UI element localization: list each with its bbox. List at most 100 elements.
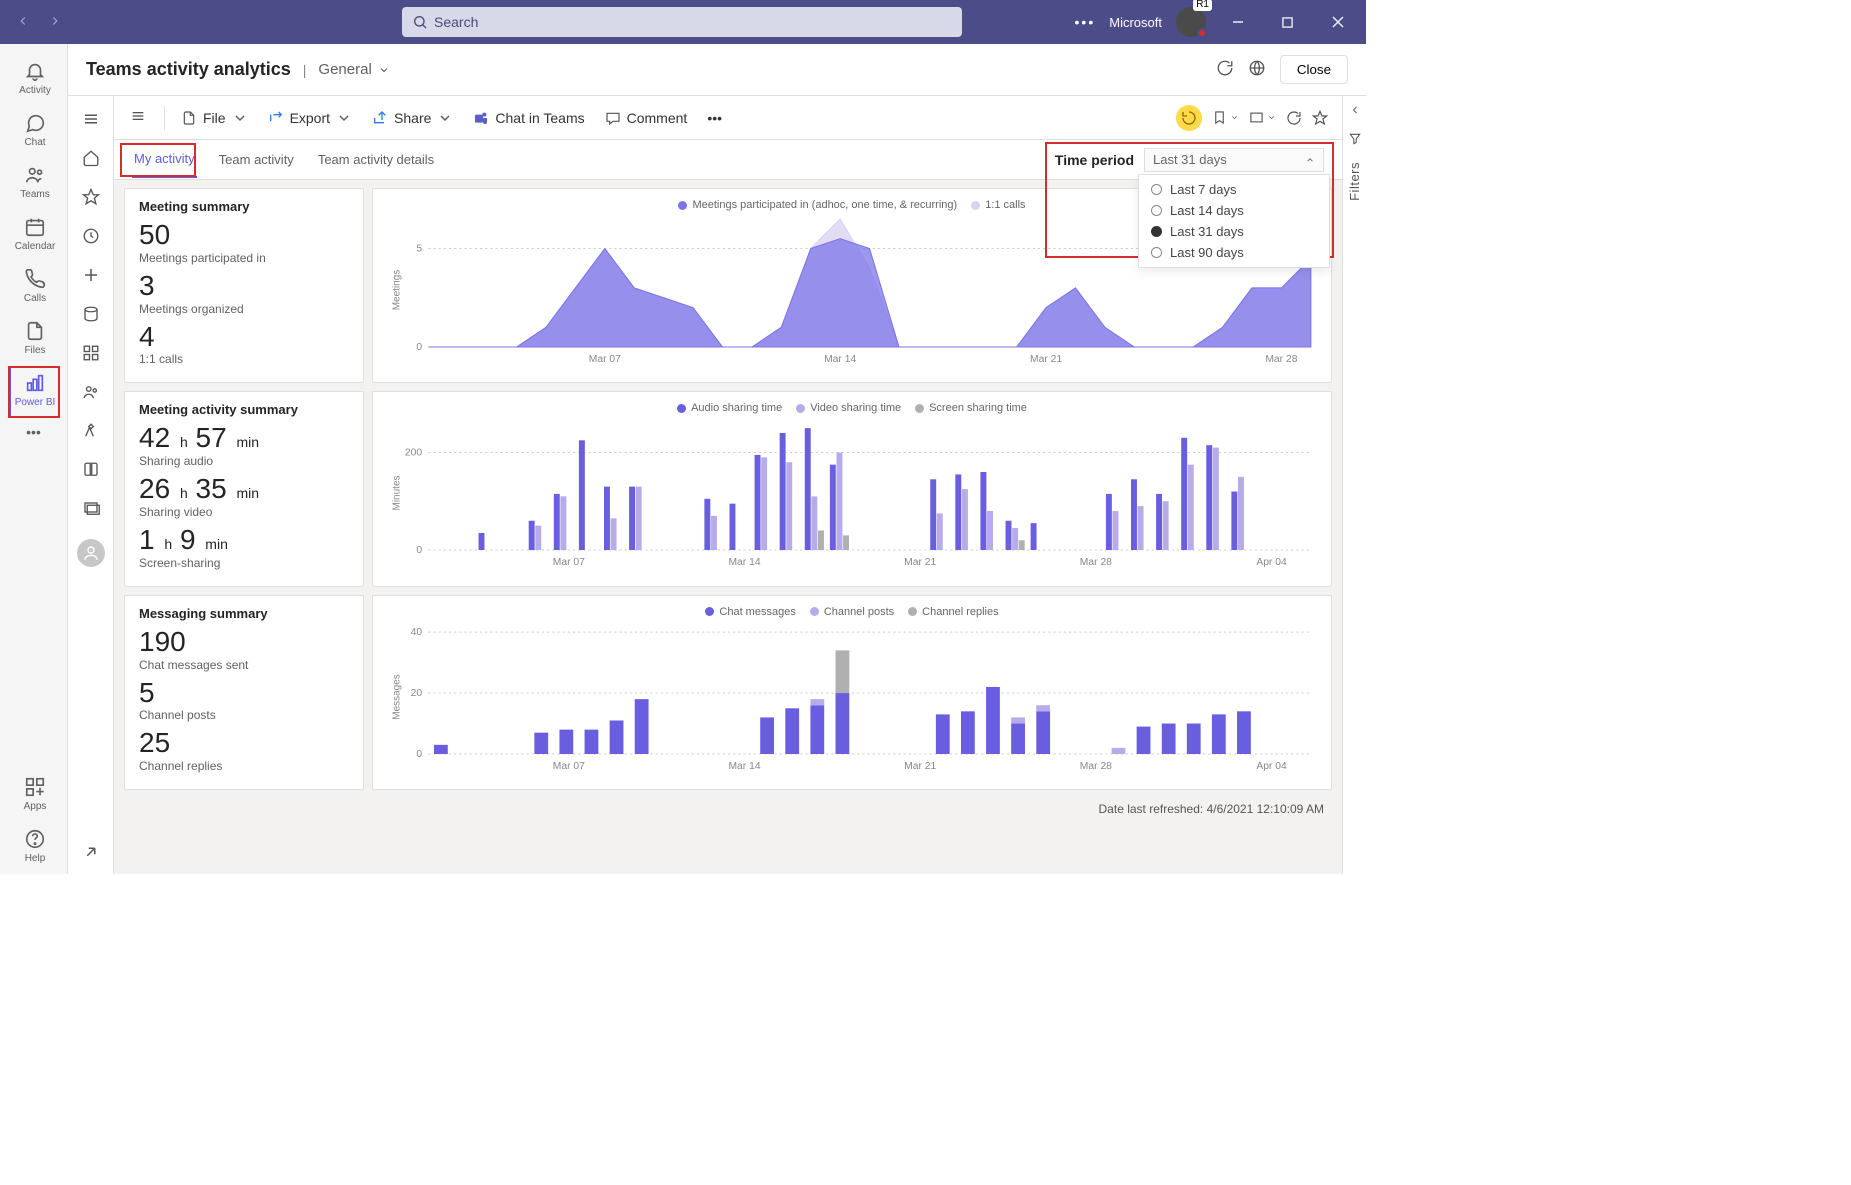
- time-period-dropdown[interactable]: Last 31 days: [1144, 148, 1324, 172]
- svg-text:Mar 21: Mar 21: [904, 558, 936, 569]
- refresh-visual-button[interactable]: [1286, 110, 1302, 126]
- phone-icon: [24, 268, 46, 290]
- toolbar-hamburger-button[interactable]: [120, 108, 156, 127]
- rail-label: Chat: [24, 137, 45, 148]
- svg-text:Mar 21: Mar 21: [1030, 354, 1062, 365]
- pbi-popout-button[interactable]: [82, 843, 100, 864]
- settings-more-button[interactable]: •••: [1075, 14, 1096, 30]
- window-minimize-button[interactable]: [1220, 16, 1256, 28]
- help-icon: [24, 828, 46, 850]
- metric-label: Sharing audio: [139, 454, 349, 468]
- option-last-90[interactable]: Last 90 days: [1139, 242, 1329, 263]
- filters-pane[interactable]: Filters: [1342, 96, 1366, 874]
- tab-team-activity[interactable]: Team activity: [217, 142, 296, 177]
- card-title: Meeting summary: [139, 199, 349, 214]
- rail-chat[interactable]: Chat: [8, 106, 60, 158]
- svg-text:Mar 28: Mar 28: [1080, 558, 1112, 569]
- window-maximize-button[interactable]: [1270, 17, 1306, 28]
- pbi-favorites-button[interactable]: [82, 188, 100, 209]
- svg-text:20: 20: [411, 688, 423, 699]
- option-last-7[interactable]: Last 7 days: [1139, 179, 1329, 200]
- comment-button[interactable]: Comment: [597, 104, 696, 132]
- rail-calls[interactable]: Calls: [8, 262, 60, 314]
- rail-label: Power BI: [15, 397, 56, 408]
- window-close-button[interactable]: [1320, 16, 1356, 28]
- tab-my-activity[interactable]: My activity: [132, 141, 197, 178]
- back-button[interactable]: [16, 14, 30, 31]
- toolbar-more-button[interactable]: •••: [699, 104, 730, 132]
- rail-label: Help: [25, 853, 46, 864]
- forward-button[interactable]: [48, 14, 62, 31]
- reset-button[interactable]: [1176, 105, 1202, 131]
- close-tab-button[interactable]: Close: [1280, 55, 1348, 84]
- svg-text:Mar 14: Mar 14: [824, 354, 856, 365]
- pbi-workspaces-button[interactable]: [82, 500, 100, 521]
- file-icon: [24, 320, 46, 342]
- rail-help[interactable]: Help: [8, 822, 60, 874]
- pbi-datasets-button[interactable]: [82, 305, 100, 326]
- pbi-apps-button[interactable]: [82, 344, 100, 365]
- pbi-learn-button[interactable]: [82, 461, 100, 482]
- pbi-hamburger-button[interactable]: [82, 110, 100, 131]
- chevron-left-icon: [1349, 104, 1361, 116]
- metric-label: Chat messages sent: [139, 658, 349, 672]
- last-refreshed-label: Date last refreshed: 4/6/2021 12:10:09 A…: [124, 798, 1332, 818]
- chat-in-teams-button[interactable]: Chat in Teams: [465, 104, 592, 132]
- svg-text:0: 0: [416, 546, 422, 557]
- card-title: Messaging summary: [139, 606, 349, 621]
- rail-calendar[interactable]: Calendar: [8, 210, 60, 262]
- powerbi-nav-rail: [68, 96, 114, 874]
- apps-icon: [24, 776, 46, 798]
- metric-label: Meetings organized: [139, 302, 349, 316]
- rail-label: Apps: [24, 801, 47, 812]
- metric-value: 50: [139, 220, 349, 251]
- pbi-workspace-avatar[interactable]: [77, 539, 105, 567]
- export-menu-button[interactable]: Export: [260, 104, 360, 132]
- metric-value: 42 h 57 min: [139, 423, 349, 454]
- svg-text:Mar 07: Mar 07: [553, 761, 585, 772]
- svg-text:40: 40: [411, 627, 423, 638]
- rail-label: Teams: [20, 189, 49, 200]
- svg-text:Mar 07: Mar 07: [553, 558, 585, 569]
- legend-label: Chat messages: [719, 606, 795, 618]
- file-menu-button[interactable]: File: [173, 104, 256, 132]
- option-last-31[interactable]: Last 31 days: [1139, 221, 1329, 242]
- option-last-14[interactable]: Last 14 days: [1139, 200, 1329, 221]
- filters-label: Filters: [1347, 162, 1362, 201]
- website-button[interactable]: [1248, 59, 1266, 80]
- minutes-chart: Audio sharing time Video sharing time Sc…: [372, 391, 1332, 586]
- rail-files[interactable]: Files: [8, 314, 60, 366]
- search-box[interactable]: Search: [402, 7, 962, 37]
- channel-picker[interactable]: General: [318, 61, 389, 78]
- rail-powerbi[interactable]: Power BI: [8, 366, 60, 418]
- share-menu-button[interactable]: Share: [364, 104, 461, 132]
- tab-team-activity-details[interactable]: Team activity details: [316, 142, 436, 177]
- bookmark-button[interactable]: [1212, 110, 1239, 125]
- refresh-button[interactable]: [1216, 59, 1234, 80]
- pbi-home-button[interactable]: [82, 149, 100, 170]
- rail-teams[interactable]: Teams: [8, 158, 60, 210]
- pbi-recent-button[interactable]: [82, 227, 100, 248]
- rail-more-button[interactable]: •••: [26, 424, 41, 440]
- svg-text:Mar 07: Mar 07: [589, 354, 621, 365]
- chat-icon: [24, 112, 46, 134]
- profile-avatar[interactable]: R1: [1176, 7, 1206, 37]
- messaging-summary-card: Messaging summary 190 Chat messages sent…: [124, 595, 364, 790]
- svg-text:Mar 14: Mar 14: [728, 761, 760, 772]
- metric-label: Meetings participated in: [139, 251, 349, 265]
- legend-label: Screen sharing time: [929, 402, 1027, 414]
- window-titlebar: Search ••• Microsoft R1: [0, 0, 1366, 44]
- pbi-create-button[interactable]: [82, 266, 100, 287]
- pbi-shared-button[interactable]: [82, 383, 100, 404]
- rail-apps[interactable]: Apps: [8, 770, 60, 822]
- pbi-goals-button[interactable]: [82, 422, 100, 443]
- presence-indicator: [1197, 28, 1207, 38]
- view-button[interactable]: [1249, 110, 1276, 125]
- svg-text:Mar 14: Mar 14: [728, 558, 760, 569]
- svg-text:Meetings: Meetings: [391, 270, 402, 311]
- rail-activity[interactable]: Activity: [8, 54, 60, 106]
- filter-icon: [1348, 132, 1362, 146]
- favorite-button[interactable]: [1312, 110, 1328, 126]
- legend-label: Channel replies: [922, 606, 998, 618]
- chevron-down-icon: [378, 64, 390, 76]
